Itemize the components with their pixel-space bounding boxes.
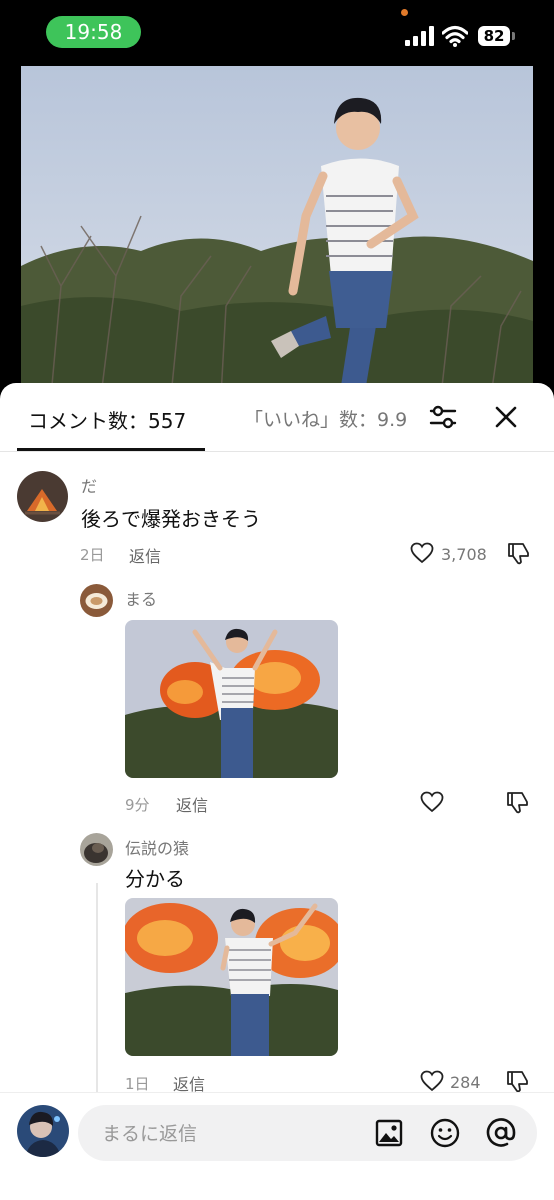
thread-line xyxy=(96,883,98,1093)
comments-sheet: コメント数：557 「いいね」数：9.9 だ 後ろで爆発おきそう 2日 返信 3… xyxy=(0,383,554,1199)
comment-image[interactable] xyxy=(125,620,338,778)
cellular-signal-icon xyxy=(405,26,434,46)
comment-image[interactable] xyxy=(125,898,338,1056)
avatar[interactable] xyxy=(80,584,113,617)
reply-input[interactable] xyxy=(100,1105,354,1163)
privacy-indicator-dot xyxy=(401,9,408,16)
image-icon[interactable] xyxy=(375,1119,403,1147)
comment-time: 9分 xyxy=(125,796,150,814)
avatar[interactable] xyxy=(80,833,113,866)
current-user-avatar[interactable] xyxy=(17,1105,69,1157)
tab-likes[interactable]: 「いいね」数：9.9 xyxy=(244,405,407,432)
thumbs-down-icon[interactable] xyxy=(505,790,531,814)
active-tab-indicator xyxy=(17,448,205,451)
comment-username[interactable]: まる xyxy=(125,586,157,610)
video-frame[interactable] xyxy=(21,66,533,396)
smiley-icon[interactable] xyxy=(430,1118,460,1148)
reply-bar xyxy=(0,1092,554,1200)
thumbs-down-icon[interactable] xyxy=(505,1069,531,1093)
status-time: 19:58 xyxy=(46,16,141,48)
sliders-icon[interactable] xyxy=(429,404,457,430)
battery-indicator: 82 xyxy=(478,26,510,46)
tab-comments[interactable]: コメント数：557 xyxy=(28,405,186,434)
comment-username[interactable]: 伝説の猿 xyxy=(125,835,189,859)
avatar[interactable] xyxy=(17,471,68,522)
at-sign-icon[interactable] xyxy=(486,1118,516,1148)
reply-input-container xyxy=(78,1105,537,1163)
comment-text: 後ろで爆発おきそう xyxy=(81,507,261,531)
like-count: 3,708 xyxy=(441,545,487,564)
heart-icon[interactable] xyxy=(420,791,444,813)
comment-text: 分かる xyxy=(125,867,185,891)
comments-header: コメント数：557 「いいね」数：9.9 xyxy=(0,383,554,452)
reply-button[interactable]: 返信 xyxy=(176,792,208,816)
wifi-icon xyxy=(442,25,468,47)
like-count: 284 xyxy=(450,1073,481,1092)
comment-username[interactable]: だ xyxy=(81,473,97,497)
comment-time: 1日 xyxy=(125,1075,150,1093)
heart-icon[interactable] xyxy=(420,1070,444,1092)
thumbs-down-icon[interactable] xyxy=(506,541,532,565)
status-bar: 19:58 82 xyxy=(0,0,554,66)
video-player[interactable] xyxy=(0,66,554,396)
heart-icon[interactable] xyxy=(410,542,434,564)
close-icon[interactable] xyxy=(494,405,518,429)
battery-tip xyxy=(512,32,515,40)
comment-time: 2日 xyxy=(80,546,105,564)
reply-button[interactable]: 返信 xyxy=(129,543,161,567)
